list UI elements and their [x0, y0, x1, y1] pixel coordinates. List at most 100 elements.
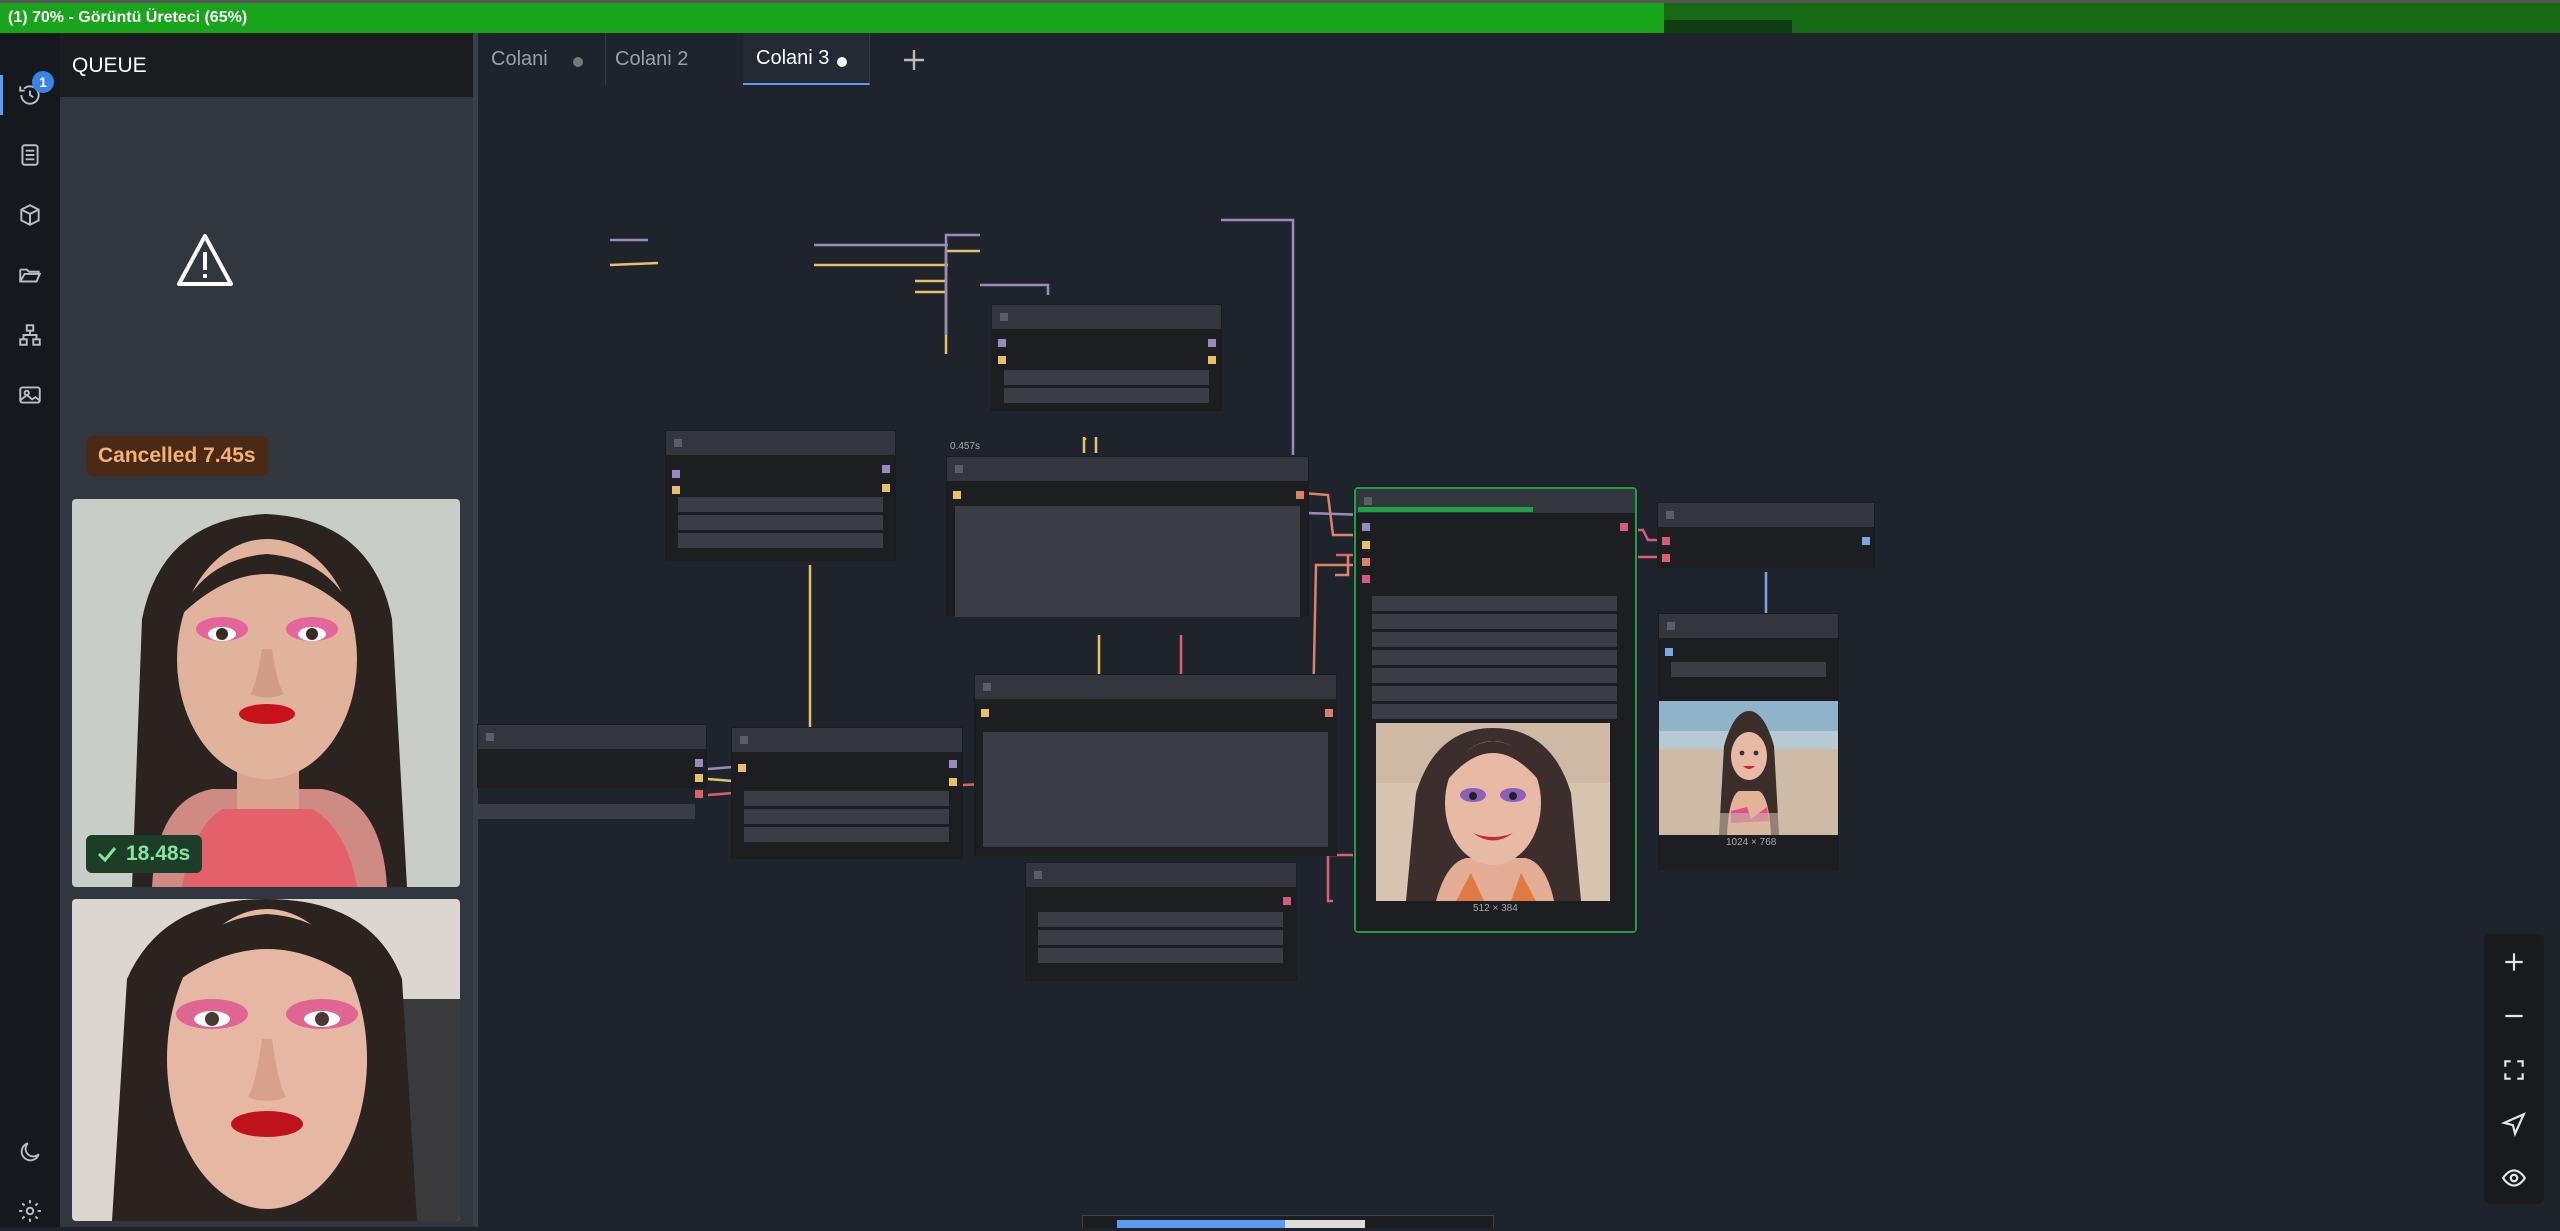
new-tab-plus-icon[interactable] [898, 44, 930, 76]
output-slot[interactable] [1296, 491, 1304, 499]
node-widget[interactable] [1372, 668, 1617, 683]
tab-label: Colani [491, 47, 548, 70]
queue-result-image[interactable] [72, 899, 460, 1221]
node-widget[interactable] [1372, 686, 1617, 701]
node-header[interactable] [478, 725, 706, 749]
node-widget[interactable] [1372, 596, 1617, 611]
toggle-links-button[interactable] [2496, 1160, 2532, 1196]
bottom-panel-handle[interactable] [1082, 1215, 1494, 1228]
input-slot[interactable] [672, 470, 680, 478]
zoom-out-button[interactable] [2496, 998, 2532, 1034]
saved-image[interactable] [1659, 701, 1838, 835]
save-image-node[interactable]: 1024 × 768 [1659, 614, 1838, 869]
graph-node[interactable] [975, 675, 1336, 855]
gear-icon [19, 1200, 41, 1222]
input-slot[interactable] [1362, 541, 1370, 549]
output-slot[interactable] [1325, 709, 1333, 717]
prompt-text-area[interactable] [983, 732, 1328, 847]
node-library-button[interactable] [10, 135, 50, 175]
node-header[interactable] [947, 457, 1308, 481]
templates-button[interactable] [10, 315, 50, 355]
input-slot[interactable] [1362, 523, 1370, 531]
node-header[interactable] [1659, 614, 1838, 638]
node-widget[interactable] [678, 515, 883, 530]
node-widget[interactable] [744, 809, 949, 824]
node-widget[interactable] [1372, 632, 1617, 647]
output-slot[interactable] [1862, 537, 1870, 545]
input-slot[interactable] [981, 709, 989, 717]
model-library-button[interactable] [10, 195, 50, 235]
node-widget[interactable] [1038, 930, 1283, 945]
node-widget[interactable] [744, 827, 949, 842]
workflows-button[interactable] [10, 255, 50, 295]
input-slot[interactable] [1362, 558, 1370, 566]
node-widget[interactable] [1038, 912, 1283, 927]
zoom-in-button[interactable] [2496, 944, 2532, 980]
output-slot[interactable] [1208, 339, 1216, 347]
output-slot[interactable] [882, 465, 890, 473]
input-slot[interactable] [1662, 554, 1670, 562]
input-slot[interactable] [1665, 648, 1673, 656]
unsaved-dot-icon[interactable] [837, 57, 847, 67]
preview-image[interactable] [1376, 723, 1610, 901]
queue-result-image[interactable] [72, 499, 460, 887]
node-widget[interactable] [678, 497, 883, 512]
node-header[interactable] [666, 431, 895, 455]
input-slot[interactable] [998, 356, 1006, 364]
output-slot[interactable] [1620, 523, 1628, 531]
active-sampler-node[interactable]: 512 × 384 [1354, 487, 1637, 933]
output-slot[interactable] [949, 778, 957, 786]
portrait-image [72, 899, 460, 1221]
input-slot[interactable] [1662, 537, 1670, 545]
node-widget[interactable] [478, 804, 695, 819]
node-header[interactable] [992, 305, 1221, 329]
fit-view-button[interactable] [2496, 1052, 2532, 1088]
node-widget[interactable] [1004, 388, 1209, 403]
graph-node[interactable] [992, 305, 1221, 410]
input-slot[interactable] [672, 486, 680, 494]
node-widget[interactable] [1671, 662, 1826, 677]
output-slot[interactable] [1283, 897, 1291, 905]
cube-icon [20, 204, 40, 226]
node-widget[interactable] [744, 791, 949, 806]
node-body [478, 749, 706, 787]
rail-active-indicator [0, 75, 3, 115]
node-widget[interactable] [1038, 948, 1283, 963]
output-slot[interactable] [1208, 356, 1216, 364]
graph-node[interactable] [947, 457, 1308, 617]
graph-node[interactable] [1026, 863, 1296, 980]
output-slot[interactable] [882, 484, 890, 492]
tab-colani-2[interactable]: Colani 2 [602, 33, 754, 85]
node-widget[interactable] [1372, 614, 1617, 629]
input-slot[interactable] [998, 339, 1006, 347]
graph-node[interactable] [732, 728, 962, 858]
output-slot[interactable] [695, 774, 703, 782]
tab-colani[interactable]: Colani [478, 33, 606, 85]
node-header[interactable] [1658, 503, 1874, 527]
graph-node[interactable] [666, 431, 895, 560]
input-slot[interactable] [953, 491, 961, 499]
input-slot[interactable] [1362, 575, 1370, 583]
select-mode-button[interactable] [2496, 1106, 2532, 1142]
node-widget[interactable] [1372, 704, 1617, 719]
theme-toggle-button[interactable] [10, 1132, 50, 1172]
node-header[interactable] [732, 728, 962, 752]
graph-canvas[interactable]: 0.457s 512 × 384 1024 × 768 [478, 85, 2560, 1227]
output-slot[interactable] [695, 759, 703, 767]
graph-node[interactable] [478, 725, 706, 819]
output-slot[interactable] [949, 760, 957, 768]
settings-button[interactable] [10, 1191, 50, 1231]
graph-node[interactable] [1658, 503, 1874, 567]
media-assets-button[interactable] [10, 375, 50, 415]
output-slot[interactable] [695, 790, 703, 798]
node-widget[interactable] [1372, 650, 1617, 665]
node-widget[interactable] [1004, 370, 1209, 385]
node-header[interactable] [1026, 863, 1296, 887]
node-header[interactable] [975, 675, 1336, 699]
tab-colani-3[interactable]: Colani 3 [743, 33, 870, 85]
input-slot[interactable] [738, 764, 746, 772]
prompt-text-area[interactable] [955, 506, 1300, 617]
folder-open-icon [19, 268, 42, 283]
node-widget[interactable] [678, 533, 883, 548]
unsaved-dot-icon[interactable] [573, 57, 583, 67]
